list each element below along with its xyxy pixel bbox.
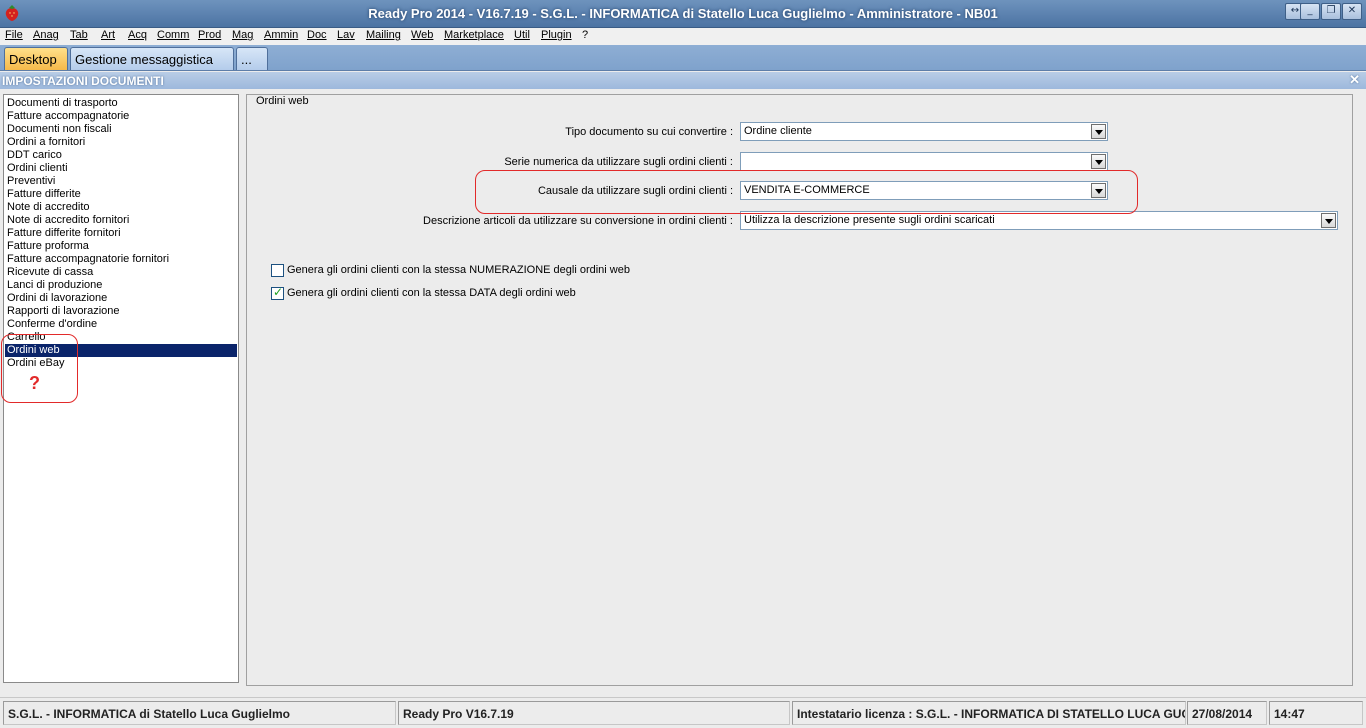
serie-numerica-label: Serie numerica da utilizzare sugli ordin… xyxy=(504,156,733,168)
tab-gestione-messaggistica[interactable]: Gestione messaggistica xyxy=(70,47,234,70)
list-item[interactable]: Lanci di produzione xyxy=(5,279,237,292)
status-license: Intestatario licenza : S.G.L. - INFORMAT… xyxy=(792,701,1186,725)
menu-tab[interactable]: Tab xyxy=(70,29,88,41)
serie-numerica-select[interactable] xyxy=(740,152,1108,171)
menu-plugin[interactable]: Plugin xyxy=(541,29,572,41)
status-company: S.G.L. - INFORMATICA di Statello Luca Gu… xyxy=(3,701,396,725)
list-item[interactable]: Ricevute di cassa xyxy=(5,266,237,279)
list-item[interactable]: Conferme d'ordine xyxy=(5,318,237,331)
list-item[interactable]: Fatture differite fornitori xyxy=(5,227,237,240)
list-item[interactable]: Preventivi xyxy=(5,175,237,188)
list-item[interactable]: Documenti non fiscali xyxy=(5,123,237,136)
question-mark-annotation: ? xyxy=(29,373,40,393)
numerazione-checkbox[interactable]: Genera gli ordini clienti con la stessa … xyxy=(271,264,671,278)
menu-web[interactable]: Web xyxy=(411,29,433,41)
section-header: IMPOSTAZIONI DOCUMENTI ✕ xyxy=(0,72,1366,89)
menu-art[interactable]: Art xyxy=(101,29,115,41)
tab-bar: Desktop Gestione messaggistica ... xyxy=(0,45,1366,71)
minimize-button[interactable]: _ xyxy=(1300,3,1320,20)
list-item[interactable]: Fatture differite xyxy=(5,188,237,201)
close-button[interactable]: ✕ xyxy=(1342,3,1362,20)
list-item[interactable]: Fatture proforma xyxy=(5,240,237,253)
tipo-documento-label: Tipo documento su cui convertire : xyxy=(565,126,733,138)
menu-util[interactable]: Util xyxy=(514,29,530,41)
chevron-down-icon[interactable] xyxy=(1091,154,1106,169)
descrizione-articoli-label: Descrizione articoli da utilizzare su co… xyxy=(423,215,733,227)
status-time: 14:47 xyxy=(1269,701,1363,725)
list-item[interactable]: Note di accredito xyxy=(5,201,237,214)
section-title: IMPOSTAZIONI DOCUMENTI xyxy=(2,74,164,88)
list-item[interactable]: Note di accredito fornitori xyxy=(5,214,237,227)
status-bar: S.G.L. - INFORMATICA di Statello Luca Gu… xyxy=(0,697,1366,728)
title-bar: Ready Pro 2014 - V16.7.19 - S.G.L. - INF… xyxy=(0,0,1366,28)
chevron-down-icon[interactable] xyxy=(1321,213,1336,228)
list-item[interactable]: Fatture accompagnatorie xyxy=(5,110,237,123)
data-checkbox-label: Genera gli ordini clienti con la stessa … xyxy=(287,287,576,299)
chevron-down-icon[interactable] xyxy=(1091,124,1106,139)
menu-marketplace[interactable]: Marketplace xyxy=(444,29,504,41)
data-checkbox[interactable]: ✓ Genera gli ordini clienti con la stess… xyxy=(271,285,671,301)
list-item[interactable]: Ordini di lavorazione xyxy=(5,292,237,305)
descrizione-articoli-value: Utilizza la descrizione presente sugli o… xyxy=(744,214,995,226)
section-close-icon[interactable]: ✕ xyxy=(1349,72,1360,88)
numerazione-checkbox-label: Genera gli ordini clienti con la stessa … xyxy=(287,264,630,276)
list-item[interactable]: Ordini clienti xyxy=(5,162,237,175)
list-item[interactable]: Ordini a fornitori xyxy=(5,136,237,149)
status-version: Ready Pro V16.7.19 xyxy=(398,701,790,725)
tab-more[interactable]: ... xyxy=(236,47,268,70)
list-item[interactable]: DDT carico xyxy=(5,149,237,162)
list-item[interactable]: Fatture accompagnatorie fornitori xyxy=(5,253,237,266)
menu-help[interactable]: ? xyxy=(582,29,588,41)
menu-acq[interactable]: Acq xyxy=(128,29,147,41)
restore-button[interactable]: ❐ xyxy=(1321,3,1341,20)
checkmark-icon: ✓ xyxy=(273,285,284,299)
window-title: Ready Pro 2014 - V16.7.19 - S.G.L. - INF… xyxy=(368,6,998,21)
status-date: 27/08/2014 xyxy=(1187,701,1267,725)
menu-doc[interactable]: Doc xyxy=(307,29,327,41)
tipo-documento-select[interactable]: Ordine cliente xyxy=(740,122,1108,141)
menu-file[interactable]: File xyxy=(5,29,23,41)
menu-mag[interactable]: Mag xyxy=(232,29,253,41)
list-item[interactable]: Rapporti di lavorazione xyxy=(5,305,237,318)
highlight-causale xyxy=(475,170,1138,214)
menu-ammin[interactable]: Ammin xyxy=(264,29,298,41)
menu-lav[interactable]: Lav xyxy=(337,29,355,41)
menu-mailing[interactable]: Mailing xyxy=(366,29,401,41)
group-title: Ordini web xyxy=(254,95,311,107)
checkbox-box[interactable]: ✓ xyxy=(271,285,284,300)
menu-prod[interactable]: Prod xyxy=(198,29,221,41)
menu-comm[interactable]: Comm xyxy=(157,29,189,41)
menu-anag[interactable]: Anag xyxy=(33,29,59,41)
checkbox-box[interactable] xyxy=(271,264,284,277)
list-item[interactable]: Documenti di trasporto xyxy=(5,97,237,110)
tab-desktop[interactable]: Desktop xyxy=(4,47,68,70)
menu-bar: File Anag Tab Art Acq Comm Prod Mag Ammi… xyxy=(0,28,1366,45)
tipo-documento-value: Ordine cliente xyxy=(744,125,812,137)
